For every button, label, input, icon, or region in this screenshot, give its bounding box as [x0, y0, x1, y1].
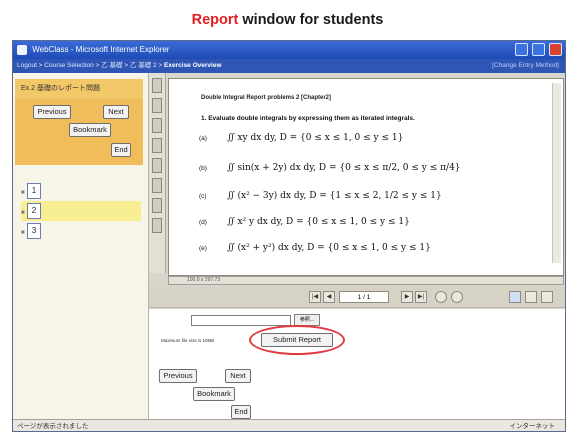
question-number[interactable]: 1	[27, 183, 41, 199]
item-expression: ∬ xy dx dy, D = {0 ≤ x ≤ 1, 0 ≤ y ≤ 1}	[226, 133, 404, 143]
window-title: WebClass - Microsoft Internet Explorer	[32, 45, 170, 54]
item-expression: ∬ sin(x + 2y) dx dy, D = {0 ≤ x ≤ π/2, 0…	[226, 163, 461, 173]
maximize-icon[interactable]	[531, 43, 545, 56]
problem-item: (c) ∬ (x² − 3y) dx dy, D = {1 ≤ x ≤ 2, 1…	[199, 191, 442, 201]
close-icon[interactable]	[549, 43, 562, 56]
slide-caption: Report window for students	[0, 12, 575, 28]
pages-icon[interactable]	[152, 78, 162, 93]
problem-item: (e) ∬ (x² + y²) dx dy, D = {0 ≤ x ≤ 1, 0…	[199, 243, 431, 253]
file-size-note: Maximum file size is 10MB	[161, 338, 215, 343]
item-label: (e)	[199, 245, 207, 252]
window-controls	[513, 43, 562, 57]
document-scrollbar[interactable]	[552, 83, 561, 263]
comments-icon[interactable]	[152, 158, 162, 173]
highlight-ellipse	[249, 325, 345, 355]
status-bar: ページが表示されました インターネット	[13, 419, 565, 431]
browser-icon	[17, 44, 27, 55]
continuous-page-icon[interactable]	[525, 291, 537, 303]
problem-item: (d) ∬ x² y dx dy, D = {0 ≤ x ≤ 1, 0 ≤ y …	[199, 217, 410, 227]
pdf-document[interactable]: Double Integral Report problems 2 [Chapt…	[168, 78, 564, 276]
single-page-icon[interactable]	[509, 291, 521, 303]
breadcrumb-current: Exercise Overview	[164, 62, 222, 69]
item-label: (c)	[199, 193, 207, 200]
bullet-icon: ■	[21, 230, 25, 236]
report-submit-area: 参照... Maximum file size is 10MB Submit R…	[149, 309, 565, 419]
item-expression: ∬ (x² + y²) dx dy, D = {0 ≤ x ≤ 1, 0 ≤ y…	[226, 243, 431, 253]
pdf-toolstrip	[149, 73, 166, 273]
question-number[interactable]: 2	[27, 203, 41, 219]
back-view-icon[interactable]	[435, 291, 447, 303]
problem-item: (b) ∬ sin(x + 2y) dx dy, D = {0 ≤ x ≤ π/…	[199, 163, 461, 173]
page-size-readout: 100.0 x 297.73	[187, 277, 221, 283]
task-label: Ex.2 基礎のレポート問題	[15, 79, 143, 99]
list-item[interactable]: ■ 3	[21, 221, 141, 241]
end-button[interactable]: End	[111, 143, 131, 157]
zone-indicator: インターネット	[509, 423, 556, 430]
previous-button[interactable]: Previous	[33, 105, 71, 119]
item-label: (b)	[199, 165, 207, 172]
item-label: (a)	[199, 135, 207, 142]
caption-rest: window for students	[238, 12, 384, 28]
facing-page-icon[interactable]	[541, 291, 553, 303]
question-number[interactable]: 3	[27, 223, 41, 239]
signatures-icon[interactable]	[152, 198, 162, 213]
attachments-icon[interactable]	[152, 178, 162, 193]
bookmark-button[interactable]: Bookmark	[193, 387, 235, 401]
minimize-icon[interactable]	[514, 43, 528, 56]
thumbnail-icon[interactable]	[152, 118, 162, 133]
left-pane: Ex.2 基礎のレポート問題 Previous Next Bookmark En…	[13, 73, 149, 419]
layers-icon[interactable]	[152, 138, 162, 153]
list-item[interactable]: ■ 2	[21, 201, 141, 221]
bookmark-button[interactable]: Bookmark	[69, 123, 111, 137]
window-titlebar: WebClass - Microsoft Internet Explorer	[13, 41, 565, 59]
next-page-button[interactable]: ▶	[401, 291, 413, 303]
prev-page-button[interactable]: ◀	[323, 291, 335, 303]
breadcrumb: Logout > Course Selection > 乙 基礎 > 乙 基礎 …	[13, 59, 565, 73]
document-header: Double Integral Report problems 2 [Chapt…	[201, 95, 332, 101]
breadcrumb-path[interactable]: Logout > Course Selection > 乙 基礎 > 乙 基礎 …	[17, 62, 164, 69]
page-navigation-bar: |◀ ◀ 1 / 1 ▶ ▶|	[149, 287, 565, 308]
bullet-icon: ■	[21, 210, 25, 216]
next-button[interactable]: Next	[103, 105, 129, 119]
forward-view-icon[interactable]	[451, 291, 463, 303]
question-list: ■ 1 ■ 2 ■ 3	[21, 181, 141, 241]
task-button-panel: Previous Next Bookmark End	[15, 99, 143, 165]
file-path-input[interactable]	[191, 315, 291, 326]
last-page-button[interactable]: ▶|	[415, 291, 427, 303]
first-page-button[interactable]: |◀	[309, 291, 321, 303]
problem-statement: 1. Evaluate double integrals by expressi…	[201, 115, 415, 122]
bookmarks-icon[interactable]	[152, 98, 162, 113]
item-expression: ∬ (x² − 3y) dx dy, D = {1 ≤ x ≤ 2, 1/2 ≤…	[226, 191, 442, 201]
change-entry-link[interactable]: [Change Entry Method]	[492, 59, 559, 73]
bullet-icon: ■	[21, 190, 25, 196]
end-button[interactable]: End	[231, 405, 251, 419]
problem-item: (a) ∬ xy dx dy, D = {0 ≤ x ≤ 1, 0 ≤ y ≤ …	[199, 133, 403, 143]
page-number-field[interactable]: 1 / 1	[339, 291, 389, 303]
browser-window: WebClass - Microsoft Internet Explorer L…	[12, 40, 566, 432]
item-label: (d)	[199, 219, 207, 226]
tags-icon[interactable]	[152, 218, 162, 233]
horizontal-scrollbar[interactable]: 100.0 x 297.73	[168, 276, 564, 285]
list-item[interactable]: ■ 1	[21, 181, 141, 201]
previous-button[interactable]: Previous	[159, 369, 197, 383]
status-text: ページが表示されました	[17, 423, 89, 430]
item-expression: ∬ x² y dx dy, D = {0 ≤ x ≤ 1, 0 ≤ y ≤ 1}	[226, 217, 410, 227]
next-button[interactable]: Next	[225, 369, 251, 383]
caption-accent: Report	[191, 12, 239, 28]
